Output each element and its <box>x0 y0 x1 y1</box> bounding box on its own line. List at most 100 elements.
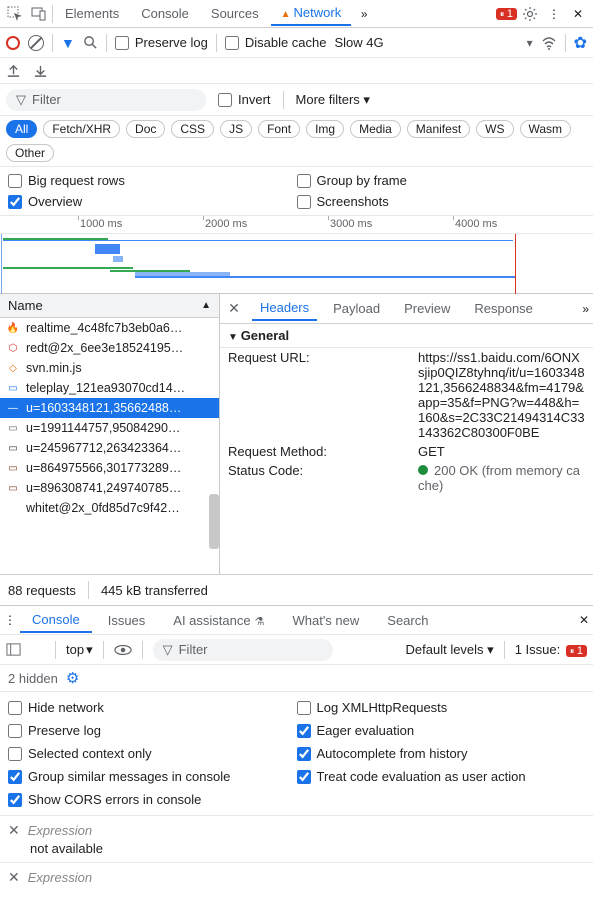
request-row[interactable]: ▭u=864975566,301773289… <box>0 458 219 478</box>
console-clear-button[interactable] <box>31 643 45 657</box>
invert-checkbox[interactable]: Invert <box>218 92 271 107</box>
opt-eager-eval[interactable]: Eager evaluation <box>297 723 586 738</box>
console-sidebar-icon[interactable] <box>6 642 21 657</box>
big-rows-checkbox[interactable]: Big request rows <box>8 173 297 188</box>
timeline-overview[interactable]: 1000 ms 2000 ms 3000 ms 4000 ms <box>0 216 593 294</box>
settings-gear-icon[interactable] <box>519 3 541 25</box>
pill-all[interactable]: All <box>6 120 37 138</box>
opt-preserve-log[interactable]: Preserve log <box>8 723 297 738</box>
tab-preview[interactable]: Preview <box>396 297 458 320</box>
group-frame-checkbox[interactable]: Group by frame <box>297 173 586 188</box>
tab-console[interactable]: Console <box>131 2 199 25</box>
screenshots-checkbox[interactable]: Screenshots <box>297 194 586 209</box>
wifi-icon[interactable] <box>541 35 557 51</box>
request-row[interactable]: whitet@2x_0fd85d7c9f42… <box>0 498 219 518</box>
record-button[interactable] <box>6 36 20 50</box>
tab-headers[interactable]: Headers <box>252 296 317 321</box>
pill-css[interactable]: CSS <box>171 120 214 138</box>
log-levels-dropdown[interactable]: Default levels ▾ <box>406 642 494 658</box>
pill-doc[interactable]: Doc <box>126 120 165 138</box>
file-type-icon: 🔥 <box>6 321 20 335</box>
overview-checkbox[interactable]: Overview <box>8 194 297 209</box>
throttle-select[interactable]: Slow 4G <box>335 35 384 50</box>
drawer-tab-ai[interactable]: AI assistance <box>161 609 276 632</box>
drawer-kebab-icon[interactable]: ⋮ <box>4 613 16 627</box>
console-settings-gear-icon[interactable]: ⚙ <box>66 669 79 687</box>
pill-js[interactable]: JS <box>220 120 252 138</box>
filter-input[interactable]: ▽ Filter <box>6 89 206 111</box>
more-filters-dropdown[interactable]: More filters ▾ <box>296 92 370 108</box>
pill-img[interactable]: Img <box>306 120 344 138</box>
request-row[interactable]: 🔥realtime_4c48fc7b3eb0a6… <box>0 318 219 338</box>
error-badge[interactable]: 1 <box>496 8 517 20</box>
scrollbar-thumb[interactable] <box>209 494 219 549</box>
tab-response[interactable]: Response <box>466 297 541 320</box>
drawer-tab-whatsnew[interactable]: What's new <box>280 609 371 632</box>
request-row[interactable]: ▭u=896308741,249740785… <box>0 478 219 498</box>
context-selector[interactable]: top ▾ <box>66 642 93 658</box>
column-header-name[interactable]: Name ▲ <box>0 294 219 318</box>
opt-group-similar[interactable]: Group similar messages in console <box>8 769 297 784</box>
opt-sel-ctx[interactable]: Selected context only <box>8 746 297 761</box>
opt-hide-network[interactable]: Hide network <box>8 700 297 715</box>
status-code-value: 200 OK (from memory cache) <box>418 463 585 493</box>
drawer-tab-issues[interactable]: Issues <box>96 609 158 632</box>
request-row[interactable]: ▭teleplay_121ea93070cd14… <box>0 378 219 398</box>
pill-font[interactable]: Font <box>258 120 300 138</box>
opt-log-xhr[interactable]: Log XMLHttpRequests <box>297 700 586 715</box>
filter-toggle-icon[interactable]: ▼ <box>61 35 75 51</box>
file-type-icon: ▭ <box>6 441 20 455</box>
expr-label[interactable]: Expression <box>28 823 92 838</box>
more-detail-tabs-icon[interactable]: » <box>582 302 589 316</box>
tab-elements[interactable]: Elements <box>55 2 129 25</box>
live-expression-icon[interactable] <box>114 644 132 656</box>
separator <box>565 34 566 52</box>
import-icon[interactable]: ✿ <box>574 33 587 53</box>
throttle-dropdown-icon[interactable]: ▾ <box>527 36 533 50</box>
disable-cache-checkbox[interactable]: Disable cache <box>225 35 327 50</box>
device-toggle-icon[interactable] <box>28 3 50 25</box>
separator <box>52 5 53 23</box>
inspect-icon[interactable] <box>4 3 26 25</box>
clear-button[interactable] <box>28 35 44 51</box>
section-general[interactable]: General <box>220 324 593 348</box>
pill-fetch[interactable]: Fetch/XHR <box>43 120 120 138</box>
request-row[interactable]: ◇svn.min.js <box>0 358 219 378</box>
kv-status-code: Status Code: 200 OK (from memory cache) <box>220 461 593 495</box>
pill-other[interactable]: Other <box>6 144 54 162</box>
download-har-icon[interactable] <box>33 63 48 78</box>
pill-manifest[interactable]: Manifest <box>407 120 470 138</box>
drawer-close-icon[interactable]: ✕ <box>579 613 589 627</box>
pill-media[interactable]: Media <box>350 120 401 138</box>
opt-treat-code[interactable]: Treat code evaluation as user action <box>297 769 586 784</box>
expr-close-icon[interactable]: ✕ <box>8 869 20 886</box>
drawer-tab-search[interactable]: Search <box>375 609 440 632</box>
upload-har-icon[interactable] <box>6 63 21 78</box>
tab-sources[interactable]: Sources <box>201 2 269 25</box>
drawer-tab-console[interactable]: Console <box>20 608 92 633</box>
close-icon[interactable]: ✕ <box>567 3 589 25</box>
tab-payload[interactable]: Payload <box>325 297 388 320</box>
tab-network[interactable]: Network <box>271 1 352 26</box>
hidden-count[interactable]: 2 hidden <box>8 671 58 686</box>
pill-ws[interactable]: WS <box>476 120 513 138</box>
request-row[interactable]: ▭u=245967712,263423364… <box>0 438 219 458</box>
console-filter-input[interactable]: ▽ Filter <box>153 639 333 661</box>
expr-label[interactable]: Expression <box>28 870 92 885</box>
more-filters-label: More filters <box>296 92 360 107</box>
pill-wasm[interactable]: Wasm <box>520 120 572 138</box>
close-detail-icon[interactable]: ✕ <box>224 300 244 317</box>
kebab-menu-icon[interactable]: ⋮ <box>543 3 565 25</box>
request-row[interactable]: ⬡redt@2x_6ee3e18524195… <box>0 338 219 358</box>
request-row[interactable]: —u=1603348121,35662488… <box>0 398 219 418</box>
search-icon[interactable] <box>83 35 98 50</box>
opt-autocomplete[interactable]: Autocomplete from history <box>297 746 586 761</box>
preserve-log-checkbox[interactable]: Preserve log <box>115 35 208 50</box>
request-row[interactable]: ▭u=1991144757,95084290… <box>0 418 219 438</box>
issue-link[interactable]: 1 Issue: 1 <box>515 642 587 657</box>
request-name: teleplay_121ea93070cd14… <box>26 381 185 395</box>
more-tabs-icon[interactable]: » <box>353 3 375 25</box>
expr-close-icon[interactable]: ✕ <box>8 822 20 839</box>
opt-show-cors[interactable]: Show CORS errors in console <box>8 792 297 807</box>
kv-request-method: Request Method: GET <box>220 442 593 461</box>
